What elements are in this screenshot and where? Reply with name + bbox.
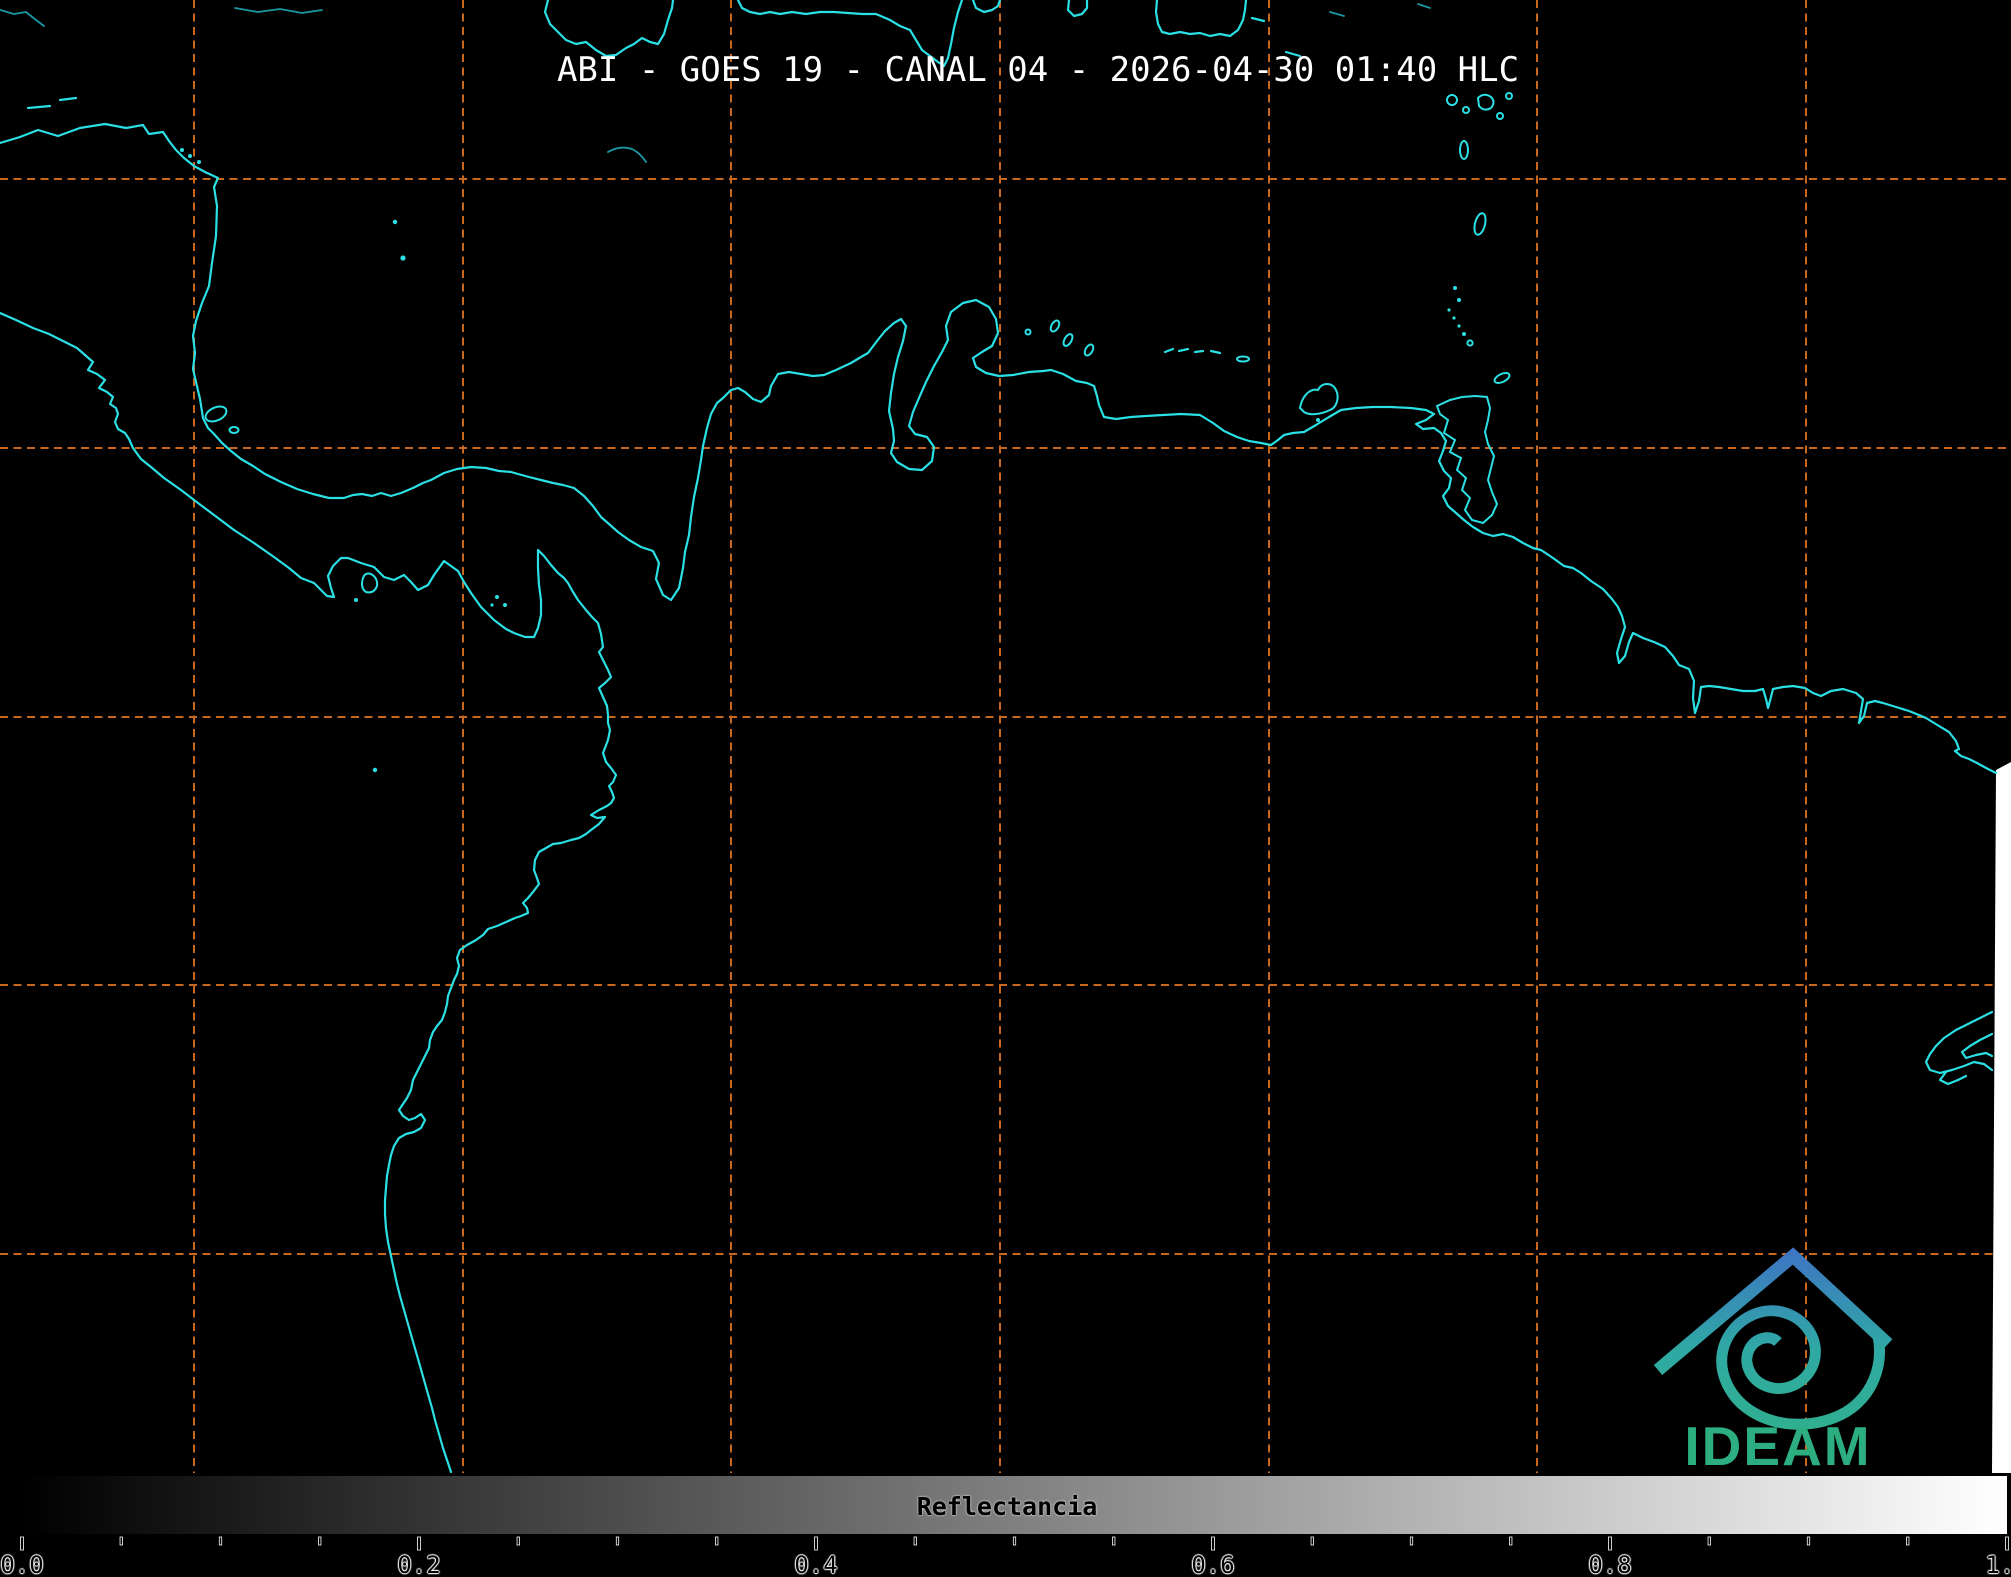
image-title: ABI - GOES 19 - CANAL 04 - 2026-04-30 01…: [556, 50, 1520, 90]
colorbar-tick-label-5: 1.0: [1985, 1551, 2011, 1577]
coastlines: [0, 0, 1998, 1474]
colorbar-tick-label-1: 0.2: [397, 1551, 441, 1577]
satellite-image-viewport: ABI - GOES 19 - CANAL 04 - 2026-04-30 01…: [0, 0, 2011, 1577]
terminator-white-strip: [1992, 762, 2011, 1473]
ideam-logo: [1653, 1247, 1893, 1430]
map-canvas: [0, 0, 2011, 1551]
colorbar-label: Reflectancia: [916, 1492, 1098, 1521]
ideam-logo-spiral: [1716, 1305, 1885, 1430]
colorbar-tick-label-4: 0.8: [1588, 1551, 1632, 1577]
colorbar-tick-label-2: 0.4: [794, 1551, 838, 1577]
colorbar-tick-label-0: 0.0: [0, 1551, 44, 1577]
colorbar-tick-label-3: 0.6: [1191, 1551, 1235, 1577]
graticule-grid: [0, 0, 2011, 1473]
colorbar-ticks: [20, 1536, 2009, 1551]
ideam-logo-text: IDEAM: [1684, 1415, 1872, 1477]
